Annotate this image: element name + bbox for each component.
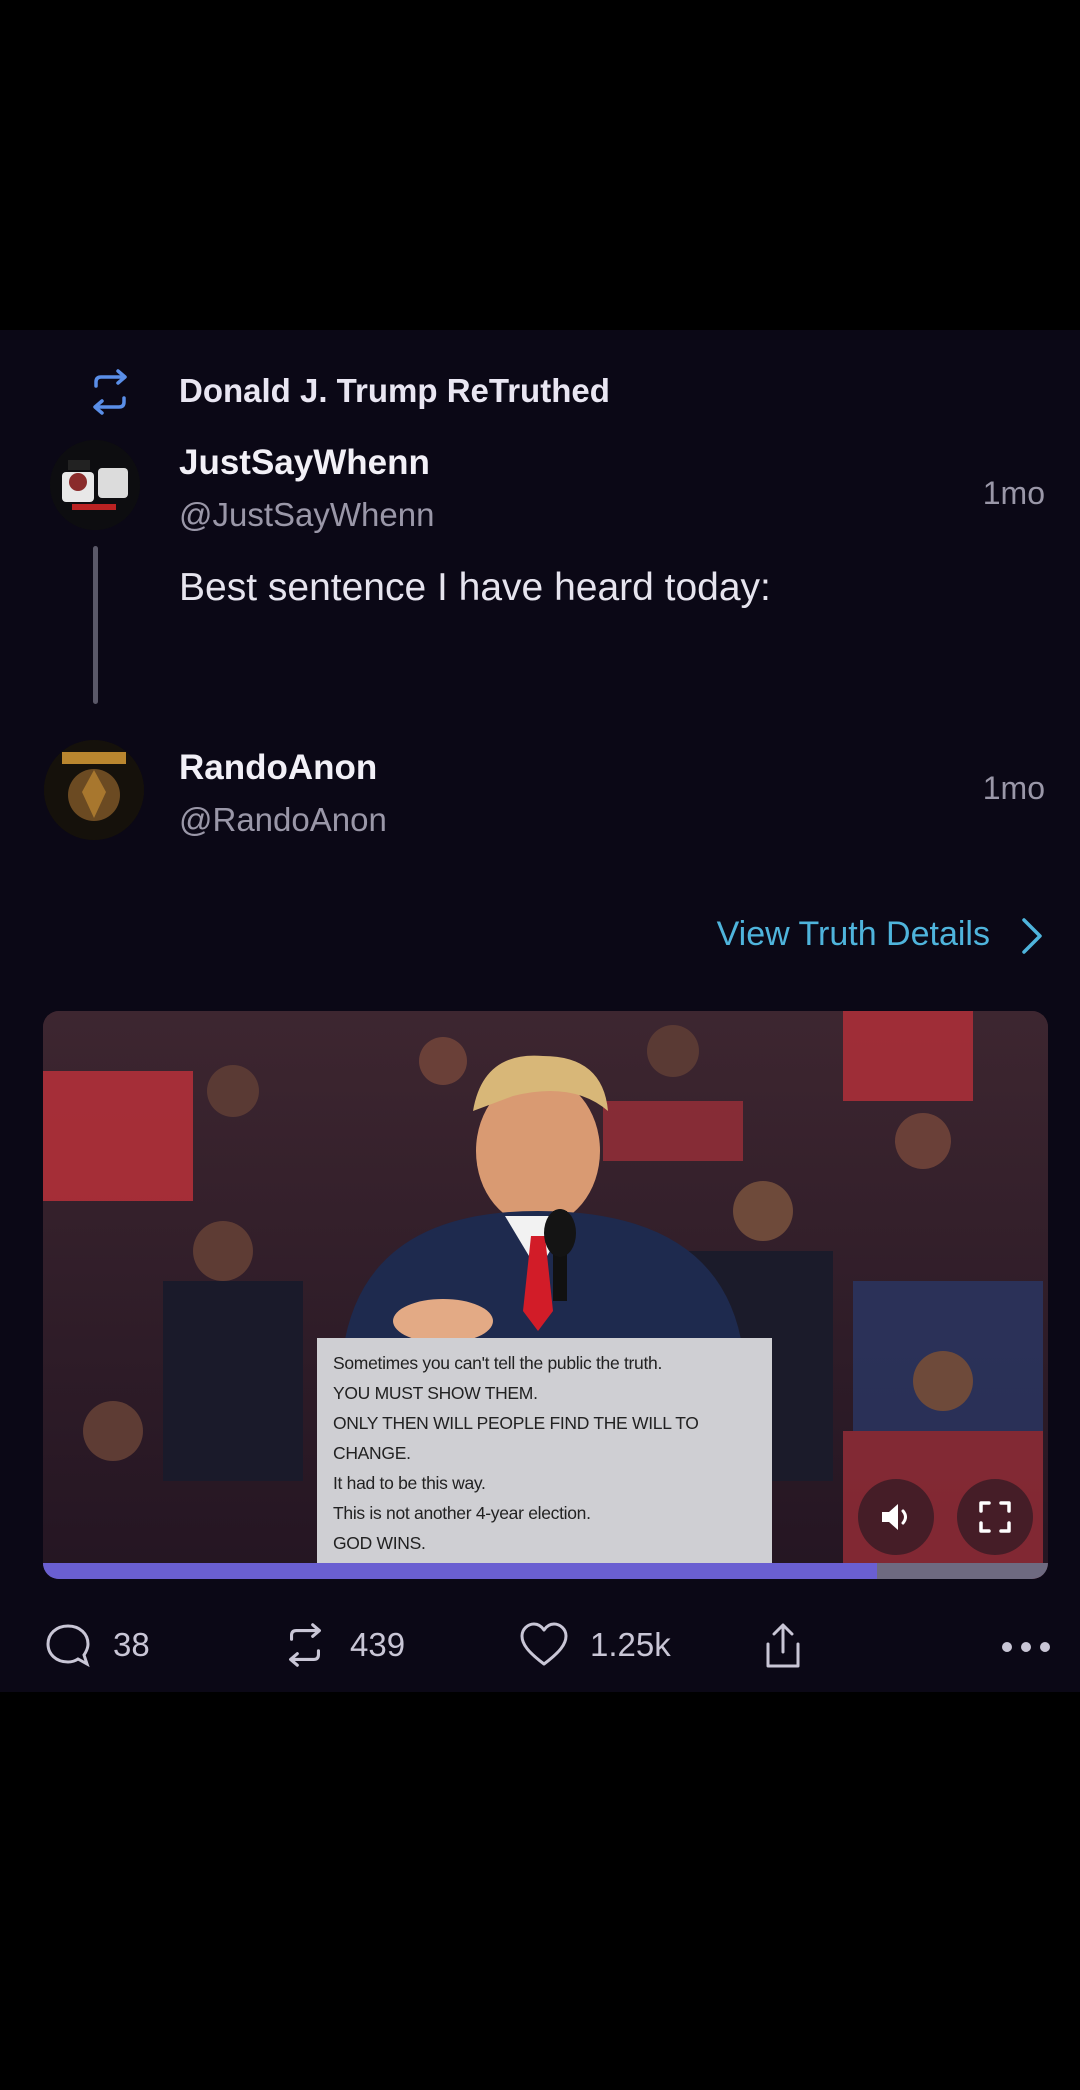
user-handle[interactable]: @RandoAnon	[179, 801, 387, 839]
caption-line: It had to be this way.	[333, 1473, 486, 1493]
fullscreen-icon	[979, 1501, 1011, 1533]
dot	[1021, 1642, 1031, 1652]
caption-line: This is not another 4-year election.	[333, 1503, 591, 1523]
display-name[interactable]: RandoAnon	[179, 748, 377, 788]
heart-icon	[520, 1622, 568, 1666]
share-button[interactable]	[760, 1620, 806, 1672]
caption-line: GOD WINS.	[333, 1533, 426, 1553]
video-progress-fill	[43, 1563, 878, 1579]
share-icon	[766, 1623, 800, 1668]
like-count: 1.25k	[590, 1626, 671, 1663]
caption-line: ONLY THEN WILL PEOPLE FIND THE WILL TO	[333, 1413, 699, 1433]
avatar-randoanon[interactable]	[44, 740, 144, 840]
caption-overlay: Sometimes you can't tell the public the …	[317, 1338, 772, 1579]
caption-line: CHANGE.	[333, 1443, 411, 1463]
reply-count: 38	[113, 1626, 150, 1663]
video-player[interactable]: Sometimes you can't tell the public the …	[43, 1011, 1048, 1579]
caption-line: Sometimes you can't tell the public the …	[333, 1353, 663, 1373]
speaker-icon	[882, 1504, 907, 1530]
more-options-icon[interactable]	[1002, 1642, 1050, 1652]
dot	[1002, 1642, 1012, 1652]
caption-line: YOU MUST SHOW THEM.	[333, 1383, 538, 1403]
avatar-justsaywhenn[interactable]	[50, 440, 140, 530]
view-truth-details-link[interactable]: View Truth Details	[717, 915, 990, 954]
like-button[interactable]: 1.25k	[518, 1620, 671, 1670]
reply-icon	[46, 1624, 90, 1668]
dot	[1040, 1642, 1050, 1652]
chevron-right-icon[interactable]	[1014, 914, 1050, 958]
retruth-icon	[289, 1623, 321, 1667]
reply-button[interactable]: 38	[43, 1620, 150, 1670]
display-name[interactable]: JustSayWhenn	[179, 443, 430, 483]
fullscreen-button[interactable]	[957, 1479, 1033, 1555]
timestamp: 1mo	[982, 770, 1045, 806]
timestamp: 1mo	[982, 475, 1045, 511]
retruth-count: 439	[350, 1626, 406, 1663]
retruth-button[interactable]: 439	[280, 1620, 405, 1670]
action-bar: 38 439 1.25k	[0, 1620, 1080, 1680]
thread-line	[93, 546, 98, 704]
user-handle[interactable]: @JustSayWhenn	[179, 496, 434, 534]
post-body: Best sentence I have heard today:	[179, 566, 771, 609]
retruth-label[interactable]: Donald J. Trump ReTruthed	[179, 372, 610, 410]
volume-button[interactable]	[858, 1479, 934, 1555]
retruth-icon	[93, 369, 127, 415]
